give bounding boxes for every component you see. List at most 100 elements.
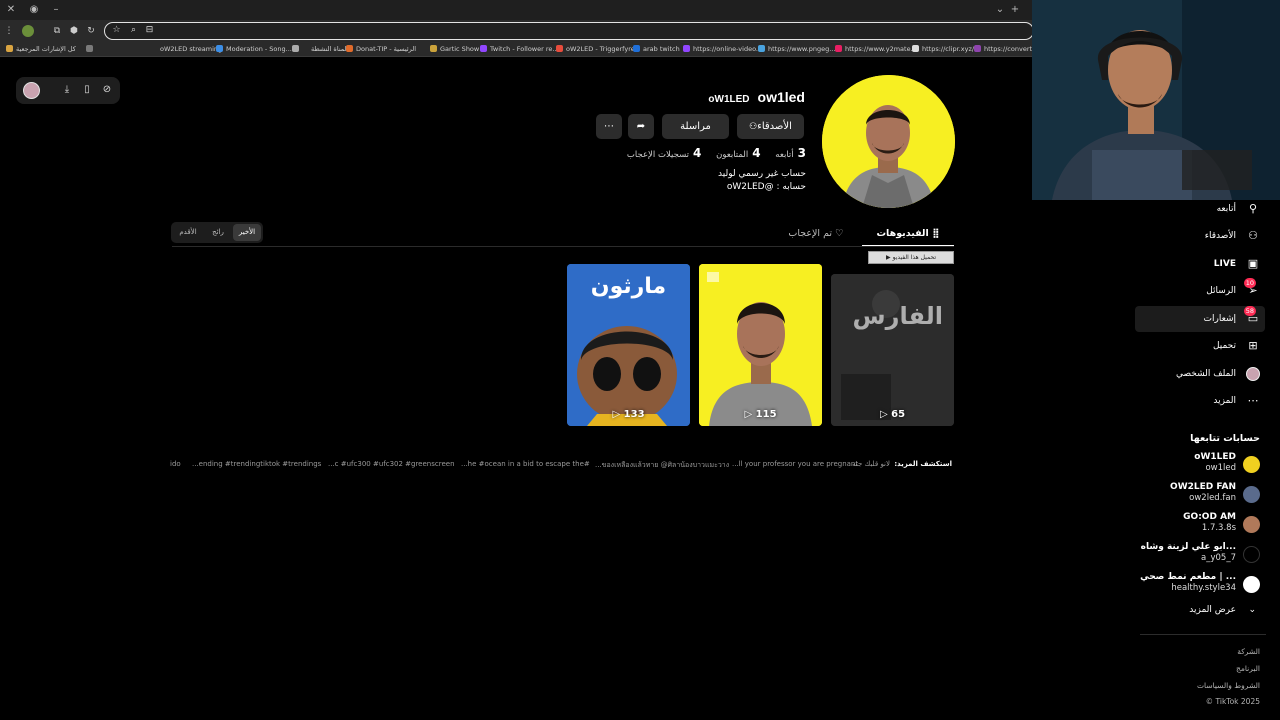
sidebar-label: المزيد bbox=[1213, 396, 1236, 406]
video-card[interactable]: الفارس ▷ 65 bbox=[831, 274, 954, 426]
bookmark-star-icon[interactable]: ☆ bbox=[110, 24, 123, 37]
bookmark-item[interactable]: Moderation - Song... bbox=[216, 44, 292, 54]
shield-extension-icon[interactable]: ⬢ bbox=[67, 24, 81, 38]
video-card[interactable]: ▷ 115 bbox=[699, 264, 822, 426]
avatar[interactable] bbox=[23, 82, 40, 99]
sort-popular[interactable]: رائج bbox=[204, 224, 232, 241]
avatar bbox=[1243, 516, 1260, 533]
inbox-badge: 58 bbox=[1243, 306, 1256, 316]
tabs-divider bbox=[172, 246, 954, 247]
reload-icon[interactable]: ↻ bbox=[84, 24, 98, 38]
explore-label: استكشف المزيد: bbox=[894, 460, 952, 468]
close-tab-icon[interactable]: ✕ bbox=[4, 3, 18, 17]
share-icon: ➦ bbox=[636, 121, 646, 132]
download-video-badge[interactable]: تحميل هذا الفيديو ▶ bbox=[868, 251, 954, 264]
account-name: GO:OD AM bbox=[1183, 512, 1236, 522]
bookmark-item[interactable]: oW2LED - Triggerfyre bbox=[556, 44, 635, 54]
explore-item[interactable]: ...ll your professor you are pregnant bbox=[732, 460, 858, 468]
extensions-icon[interactable]: ⧉ bbox=[50, 24, 64, 38]
sidebar-divider bbox=[1140, 634, 1266, 635]
tab-search-icon[interactable]: ⌄ bbox=[993, 3, 1007, 17]
plus-square-icon: ⊞ bbox=[1248, 339, 1258, 352]
more-options-button[interactable]: ⋯ bbox=[596, 114, 622, 139]
new-tab-icon[interactable]: + bbox=[1008, 3, 1022, 17]
following-stat[interactable]: 3أتابعه bbox=[775, 146, 806, 160]
compass-icon[interactable]: ⊘ bbox=[100, 83, 114, 97]
sidebar-item-messages[interactable]: ➢ 10 الرسائل bbox=[1120, 278, 1260, 303]
footer-link[interactable]: البرنامج bbox=[1236, 664, 1260, 673]
minimize-icon[interactable]: – bbox=[49, 3, 63, 17]
sort-oldest[interactable]: الأقدم bbox=[174, 224, 202, 241]
following-account[interactable]: GO:OD AM 1.7.3.8s bbox=[1120, 512, 1260, 536]
followers-stat[interactable]: 4المتابعون bbox=[716, 146, 760, 160]
tab-videos[interactable]: ⣿ الفيديوهات bbox=[862, 225, 954, 247]
bookmark-all[interactable]: كل الإشارات المرجعية bbox=[6, 44, 76, 54]
tab-favicon-icon[interactable]: ◉ bbox=[27, 3, 41, 17]
sidebar-label: تحميل bbox=[1212, 341, 1236, 351]
explore-more-row: استكشف المزيد: › لانو قلبك جنه ...ll you… bbox=[170, 460, 952, 472]
sidebar-item-friends[interactable]: ⚇ الأصدقاء bbox=[1120, 224, 1260, 248]
see-more-button[interactable]: ⌄ عرض المزيد bbox=[1120, 605, 1260, 621]
explore-item[interactable]: ido bbox=[170, 460, 181, 468]
explore-item[interactable]: ...ending #trendingtiktok #trendings bbox=[192, 460, 321, 468]
following-account[interactable]: oW1LED ow1led bbox=[1120, 452, 1260, 476]
bookmark-item[interactable]: arab twitch bbox=[633, 44, 680, 54]
phone-icon[interactable]: ▯ bbox=[80, 83, 94, 97]
play-icon: ▷ bbox=[879, 409, 888, 420]
sidebar-item-upload[interactable]: ⊞ تحميل bbox=[1120, 334, 1260, 358]
profile-photo bbox=[822, 75, 955, 208]
bookmark-item[interactable]: https://online-video... bbox=[683, 44, 762, 54]
sidebar-item-profile[interactable]: الملف الشخصي bbox=[1120, 362, 1260, 386]
message-button[interactable]: مراسلة bbox=[662, 114, 729, 139]
avatar bbox=[1246, 367, 1260, 381]
bookmarks-bar: كل الإشارات المرجعية oW2LED streaming Mo… bbox=[0, 42, 1032, 57]
following-accounts-title: حسابات تتابعها bbox=[1190, 433, 1260, 444]
explore-item[interactable]: ...ของเหลืองแล้วทาย @ศิลาน้องบาวแมะวาง bbox=[595, 460, 729, 471]
tab-liked[interactable]: ♡ تم الإعجاب bbox=[776, 225, 856, 247]
sidebar-label: الملف الشخصي bbox=[1176, 369, 1236, 379]
profile-names: oW1LED ow1led bbox=[705, 89, 805, 105]
bookmark-item[interactable]: Twitch - Follower re... bbox=[480, 44, 559, 54]
bookmark-item[interactable]: https://www.y2mate... bbox=[835, 44, 917, 54]
friends-button[interactable]: ⚇الأصدقاء bbox=[737, 114, 804, 139]
bookmark-item[interactable]: المناة النشطة bbox=[311, 44, 348, 54]
video-card[interactable]: مارثون ▷ 133 bbox=[567, 264, 690, 426]
bookmark-item[interactable] bbox=[292, 44, 302, 54]
menu-dots-icon[interactable]: ⋮ bbox=[2, 24, 16, 38]
profile-avatar-icon[interactable] bbox=[22, 25, 34, 37]
bookmark-item[interactable]: https://www.pngeg... bbox=[758, 44, 835, 54]
sidebar-item-following[interactable]: ⚲ أتابعه bbox=[1120, 197, 1260, 221]
explore-item[interactable]: ...c #ufc300 #ufc302 #greenscreen bbox=[328, 460, 455, 468]
profile-avatar[interactable] bbox=[822, 75, 955, 208]
likes-count: 4 bbox=[693, 146, 702, 160]
profile-bio-line: حسابه : @oW2LED bbox=[726, 182, 806, 192]
bookmark-item[interactable]: https://convert-... bbox=[974, 44, 1032, 54]
share-button[interactable]: ➦ bbox=[628, 114, 654, 139]
video-thumbnail bbox=[699, 264, 822, 426]
footer-link[interactable]: الشركة bbox=[1237, 647, 1260, 656]
sidebar-item-inbox[interactable]: ▭ 58 إشعارات bbox=[1120, 306, 1260, 331]
ellipsis-icon: ⋯ bbox=[604, 121, 614, 132]
address-bar[interactable]: ☆ ⌕ ⊟ bbox=[104, 22, 1034, 40]
download-icon[interactable]: ⤓ bbox=[60, 83, 74, 97]
bookmark-item[interactable] bbox=[86, 44, 96, 54]
search-icon[interactable]: ⌕ bbox=[127, 24, 140, 37]
chevron-left-icon[interactable]: › bbox=[897, 460, 900, 468]
sort-segmented-control: الأخير رائج الأقدم bbox=[171, 222, 263, 243]
bookmark-item[interactable]: Gartic Show bbox=[430, 44, 479, 54]
footer-link[interactable]: الشروط والسياسات bbox=[1197, 681, 1260, 690]
webcam-overlay bbox=[1032, 0, 1280, 200]
sidebar-item-live[interactable]: ▣ LIVE bbox=[1120, 252, 1260, 276]
following-account[interactable]: مطعم نمط صحي | ... healthy.style34 bbox=[1120, 572, 1260, 596]
explore-item[interactable]: ...he #ocean in a bid to escape the# bbox=[461, 460, 590, 468]
bookmark-item[interactable]: https://clipr.xyz/ bbox=[912, 44, 974, 54]
bookmark-item[interactable]: Donat-TIP - الرئيسية bbox=[346, 44, 416, 54]
site-settings-icon[interactable]: ⊟ bbox=[143, 24, 156, 37]
sort-latest[interactable]: الأخير bbox=[233, 224, 261, 241]
view-count-value: 133 bbox=[623, 409, 645, 420]
following-account[interactable]: ابو علي لزينة وشاه... a_y05_7 bbox=[1120, 542, 1260, 566]
ellipsis-icon: ⋯ bbox=[1247, 394, 1259, 407]
following-account[interactable]: OW2LED FAN ow2led.fan bbox=[1120, 482, 1260, 506]
bookmark-item[interactable]: oW2LED streaming bbox=[160, 44, 222, 54]
sidebar-item-more[interactable]: ⋯ المزيد bbox=[1120, 389, 1260, 413]
